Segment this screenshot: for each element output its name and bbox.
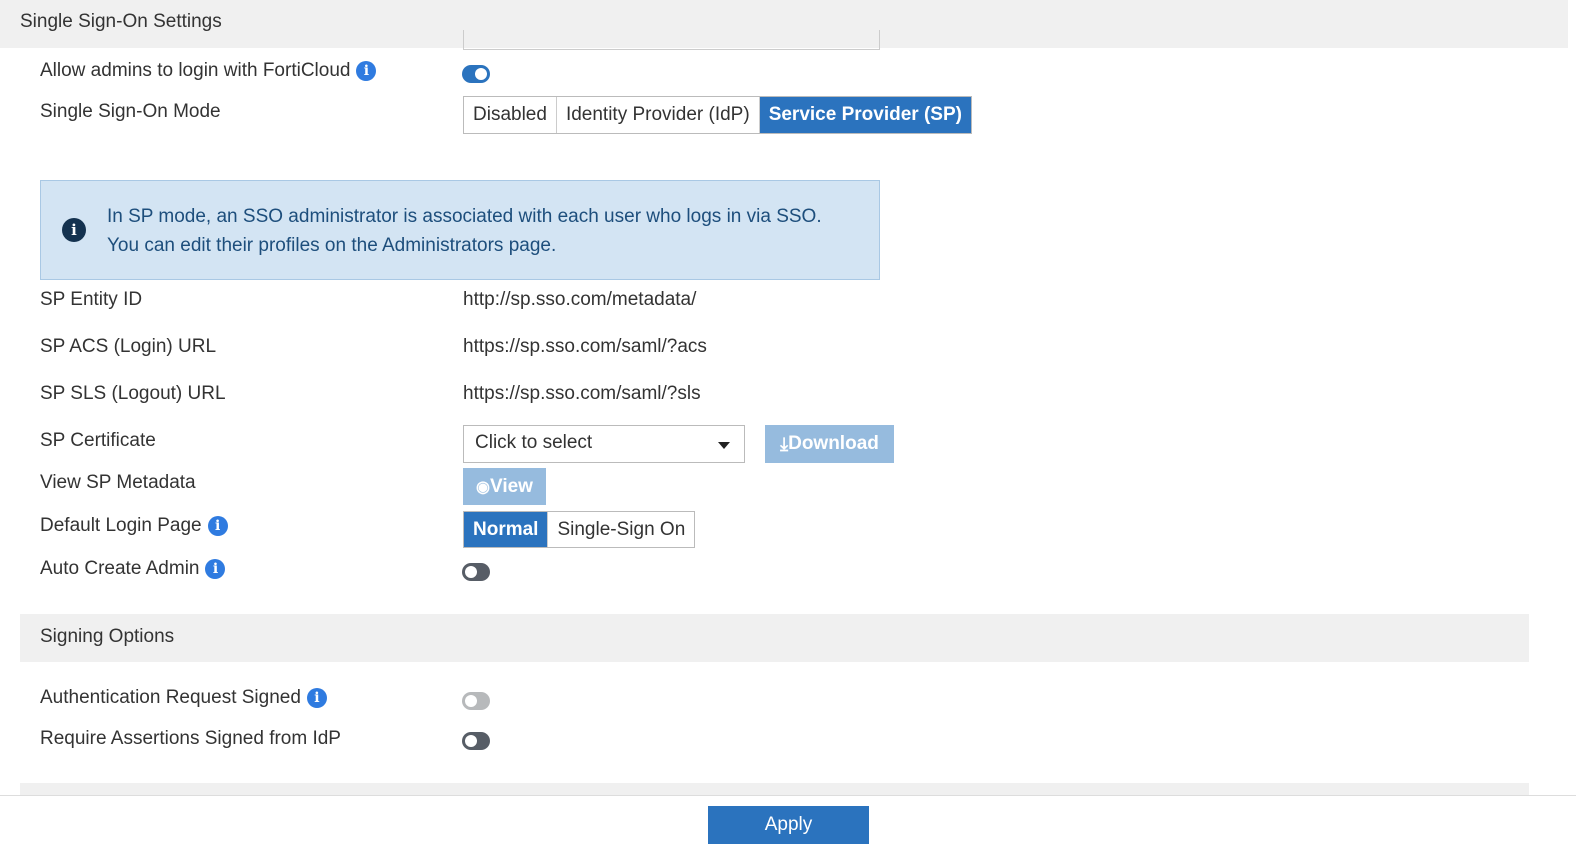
sso-mode-sp[interactable]: Service Provider (SP) xyxy=(759,97,971,133)
auth-request-signed-label: Authentication Request Signed i xyxy=(40,687,327,709)
sp-sls-url-label: SP SLS (Logout) URL xyxy=(40,383,226,404)
sp-sls-url-value: https://sp.sso.com/saml/?sls xyxy=(463,383,701,404)
download-icon: ⤓ xyxy=(780,433,789,454)
info-line-1: In SP mode, an SSO administrator is asso… xyxy=(107,206,822,227)
label-text: Single Sign-On Mode xyxy=(40,101,221,122)
apply-button[interactable]: Apply xyxy=(708,806,869,844)
previous-field-input[interactable] xyxy=(463,30,880,50)
section-title: Single Sign-On Settings xyxy=(20,11,222,32)
info-icon: i xyxy=(62,218,86,242)
sso-mode-selector: Disabled Identity Provider (IdP) Service… xyxy=(463,96,972,134)
button-label: Download xyxy=(788,433,879,454)
label-text: Require Assertions Signed from IdP xyxy=(40,728,341,749)
next-section-header xyxy=(20,783,1529,795)
eye-icon: ◉ xyxy=(476,478,490,496)
view-metadata-label: View SP Metadata xyxy=(40,472,196,493)
label-text: Auto Create Admin xyxy=(40,558,200,579)
sp-acs-url-value: https://sp.sso.com/saml/?acs xyxy=(463,336,707,357)
sp-acs-url-label: SP ACS (Login) URL xyxy=(40,336,217,357)
auto-create-admin-toggle[interactable] xyxy=(462,563,490,581)
info-icon[interactable]: i xyxy=(207,516,228,536)
info-line-2: You can edit their profiles on the Admin… xyxy=(107,235,557,256)
select-placeholder: Click to select xyxy=(475,432,593,453)
download-button[interactable]: ⤓ Download xyxy=(765,425,894,463)
sp-entity-id-label: SP Entity ID xyxy=(40,289,143,310)
info-icon[interactable]: i xyxy=(306,688,327,708)
label-text: Authentication Request Signed xyxy=(40,687,301,708)
info-icon[interactable]: i xyxy=(356,61,377,81)
label-text: Default Login Page xyxy=(40,515,202,536)
caret-down-icon xyxy=(718,442,730,449)
signing-options-header: Signing Options xyxy=(20,614,1529,662)
allow-forticloud-label: Allow admins to login with FortiCloud i xyxy=(40,60,377,82)
info-box: i In SP mode, an SSO administrator is as… xyxy=(40,180,880,280)
allow-forticloud-toggle[interactable] xyxy=(462,65,490,83)
section-title: Signing Options xyxy=(40,626,175,647)
view-button[interactable]: ◉ View xyxy=(463,468,546,505)
sso-mode-label: Single Sign-On Mode xyxy=(40,101,221,123)
label-text: Allow admins to login with FortiCloud xyxy=(40,60,351,81)
login-normal[interactable]: Normal xyxy=(464,512,549,547)
require-assertions-toggle[interactable] xyxy=(462,732,490,750)
info-icon[interactable]: i xyxy=(205,559,226,579)
default-login-selector: Normal Single-Sign On xyxy=(463,511,696,548)
sp-entity-id-value: http://sp.sso.com/metadata/ xyxy=(463,289,697,310)
sp-certificate-select[interactable]: Click to select xyxy=(463,425,745,463)
login-sso[interactable]: Single-Sign On xyxy=(548,512,694,547)
require-assertions-label: Require Assertions Signed from IdP xyxy=(40,728,341,750)
button-label: View xyxy=(490,475,533,497)
sso-mode-disabled[interactable]: Disabled xyxy=(464,97,557,133)
auth-request-signed-toggle[interactable] xyxy=(462,692,490,710)
default-login-page-label: Default Login Page i xyxy=(40,515,228,537)
footer-divider xyxy=(0,795,1576,796)
auto-create-admin-label: Auto Create Admin i xyxy=(40,558,226,580)
sp-certificate-label: SP Certificate xyxy=(40,430,156,451)
sso-mode-idp[interactable]: Identity Provider (IdP) xyxy=(557,97,760,133)
